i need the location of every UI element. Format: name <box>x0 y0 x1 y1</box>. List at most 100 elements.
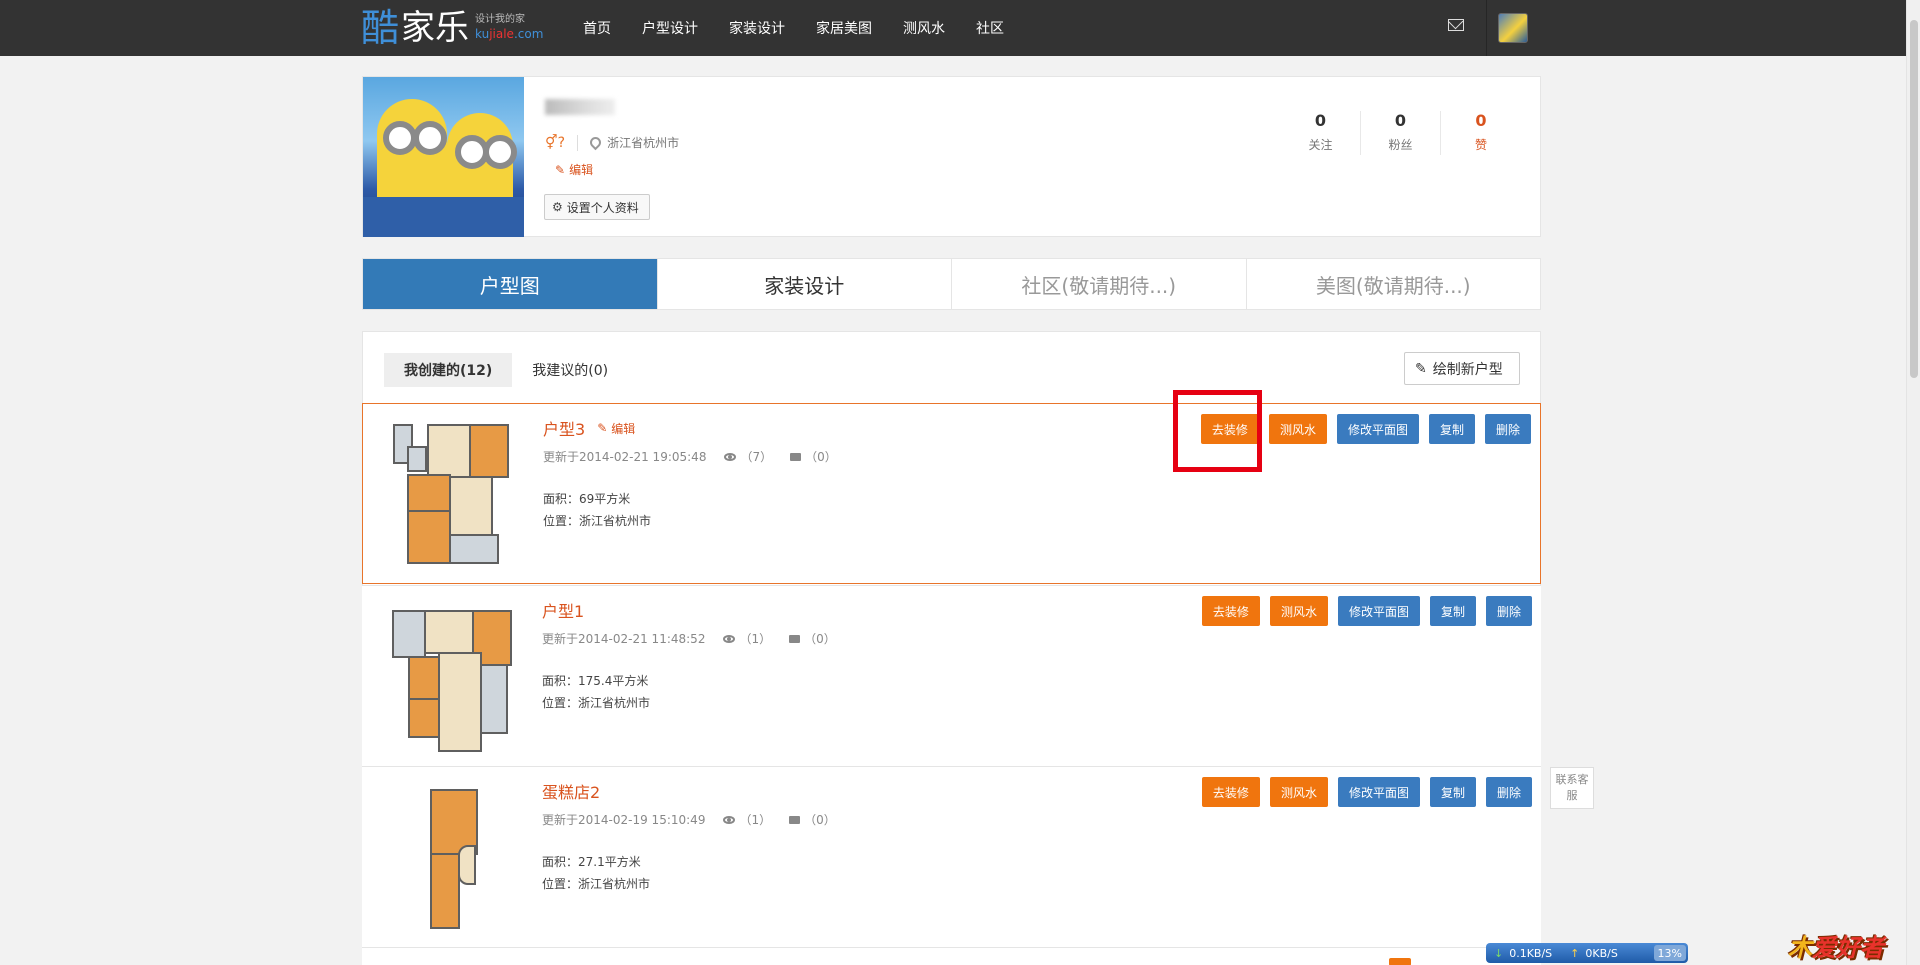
tab-community[interactable]: 社区(敬请期待...) <box>951 259 1246 309</box>
item-location: 位置：浙江省杭州市 <box>542 696 651 710</box>
page-scrollbar[interactable] <box>1906 0 1920 965</box>
list-item[interactable]: 蛋糕店2 更新于2014-02-19 15:10:49 （1） （0） 面积：2… <box>362 766 1541 947</box>
plan-room <box>408 656 440 700</box>
copy-button[interactable]: 复制 <box>1429 596 1476 626</box>
item-title[interactable]: 蛋糕店2 <box>542 779 600 803</box>
logo-url: kujiale.com <box>475 26 544 41</box>
nav-floorplan-design[interactable]: 户型设计 <box>642 18 698 38</box>
list-item-partial[interactable] <box>362 947 1541 965</box>
profile-edit-label: 编辑 <box>569 163 594 177</box>
top-nav-bar: 酷 家乐 设计我的家 kujiale.com 首页 户型设计 家装设计 家居美图… <box>0 0 1906 56</box>
item-comments: （0） <box>805 450 837 464</box>
renovate-button-partial[interactable] <box>1389 958 1411 965</box>
delete-button[interactable]: 删除 <box>1485 777 1532 807</box>
copy-button[interactable]: 复制 <box>1429 777 1476 807</box>
profile-stats: 0 关注 0 粉丝 0 赞 <box>1281 111 1521 155</box>
floorplan-thumbnail[interactable] <box>389 422 515 568</box>
goggle-shape <box>483 135 517 169</box>
logo-subtitle: 设计我的家 kujiale.com <box>475 14 543 42</box>
renovate-button[interactable]: 去装修 <box>1201 596 1260 626</box>
stat-following[interactable]: 0 关注 <box>1281 111 1361 155</box>
floorplan-thumbnail[interactable] <box>388 785 514 931</box>
corner-brand-badge: 木爱好者 <box>1788 933 1884 962</box>
nav-home[interactable]: 首页 <box>583 18 611 38</box>
floorplan-thumbnail[interactable] <box>388 604 514 752</box>
upload-arrow-icon: ↑ <box>1570 946 1580 960</box>
profile-settings-label: 设置个人资料 <box>566 200 639 215</box>
delete-button[interactable]: 删除 <box>1485 596 1532 626</box>
plan-room <box>438 652 482 752</box>
plan-room <box>392 610 426 658</box>
stat-value: 0 <box>1394 111 1407 130</box>
logo-ku-char: 酷 <box>361 6 400 50</box>
item-title-row: 户型1 <box>542 598 584 622</box>
item-edit-link[interactable]: ✎ 编辑 <box>597 420 635 437</box>
nav-decor-design[interactable]: 家装设计 <box>729 18 785 38</box>
nav-home-gallery[interactable]: 家居美图 <box>816 18 872 38</box>
plan-room <box>407 474 451 512</box>
item-title-row: 户型3 ✎ 编辑 <box>543 416 635 440</box>
meta-divider <box>577 134 579 151</box>
pencil-icon: ✎ <box>597 421 608 435</box>
fengshui-button[interactable]: 测风水 <box>1269 596 1328 626</box>
tab-floorplans[interactable]: 户型图 <box>363 259 657 309</box>
item-updated: 更新于2014-02-19 15:10:49 <box>542 813 706 827</box>
main-nav: 首页 户型设计 家装设计 家居美图 测风水 社区 <box>583 0 1035 56</box>
profile-location: 浙江省杭州市 <box>607 136 680 150</box>
tab-decor-design[interactable]: 家装设计 <box>656 259 952 309</box>
overall-shape <box>363 197 524 237</box>
list-item[interactable]: 户型1 更新于2014-02-21 11:48:52 （1） （0） 面积：17… <box>362 585 1541 766</box>
profile-settings-button[interactable]: ⚙ 设置个人资料 <box>544 194 650 220</box>
item-actions: 去装修 测风水 修改平面图 复制 删除 <box>1192 777 1532 807</box>
user-avatar[interactable] <box>1498 13 1528 43</box>
plan-room <box>469 424 509 478</box>
edit-plan-button[interactable]: 修改平面图 <box>1337 777 1420 807</box>
plan-room <box>449 534 499 564</box>
plan-room <box>430 853 460 929</box>
gear-icon: ⚙ <box>552 200 563 214</box>
mail-icon[interactable] <box>1448 19 1464 31</box>
stat-fans[interactable]: 0 粉丝 <box>1361 111 1441 155</box>
plan-room <box>407 446 427 472</box>
item-info: 更新于2014-02-21 11:48:52 （1） （0） <box>542 630 836 647</box>
tab-gallery[interactable]: 美图(敬请期待...) <box>1245 259 1541 309</box>
edit-plan-button[interactable]: 修改平面图 <box>1337 596 1420 626</box>
copy-button[interactable]: 复制 <box>1428 414 1475 444</box>
network-speed-widget: ↓ 0.1KB/S ↑ 0KB/S 13% <box>1486 943 1688 963</box>
profile-meta: ⚥? 浙江省杭州市 <box>545 134 679 151</box>
download-speed: 0.1KB/S <box>1509 946 1553 960</box>
item-location: 位置：浙江省杭州市 <box>543 514 652 528</box>
renovate-button[interactable]: 去装修 <box>1201 777 1260 807</box>
pencil-icon: ✎ <box>555 162 566 177</box>
item-title[interactable]: 户型1 <box>542 598 584 622</box>
highlight-annotation-box <box>1173 390 1262 472</box>
cpu-percent: 13% <box>1653 945 1686 961</box>
fengshui-button[interactable]: 测风水 <box>1269 777 1328 807</box>
contact-support-button[interactable]: 联系客服 <box>1550 767 1594 809</box>
subtab-suggested[interactable]: 我建议的(0) <box>512 353 628 387</box>
list-item[interactable]: 户型3 ✎ 编辑 更新于2014-02-21 19:05:48 （7） （0） … <box>362 403 1541 584</box>
nav-divider <box>1486 0 1487 56</box>
stat-label: 赞 <box>1474 138 1487 152</box>
plan-room <box>424 610 474 654</box>
nav-community[interactable]: 社区 <box>976 18 1004 38</box>
fengshui-button[interactable]: 测风水 <box>1268 414 1327 444</box>
scrollbar-thumb[interactable] <box>1910 20 1918 378</box>
plan-room <box>407 510 451 564</box>
nav-fengshui[interactable]: 测风水 <box>903 18 945 38</box>
logo-tagline: 设计我的家 <box>475 14 526 26</box>
eye-icon <box>724 452 737 461</box>
item-title[interactable]: 户型3 <box>543 416 585 440</box>
subtab-created[interactable]: 我创建的(12) <box>384 353 513 387</box>
item-title-row: 蛋糕店2 <box>542 779 600 803</box>
item-area: 面积：175.4平方米 <box>542 674 649 688</box>
delete-button[interactable]: 删除 <box>1484 414 1531 444</box>
stat-likes[interactable]: 0 赞 <box>1441 111 1521 155</box>
goggle-shape <box>383 121 417 155</box>
logo-jiale-chars: 家乐 <box>401 8 470 48</box>
item-info: 更新于2014-02-21 19:05:48 （7） （0） <box>543 448 837 465</box>
site-logo[interactable]: 酷 家乐 设计我的家 kujiale.com <box>361 6 543 50</box>
edit-plan-button[interactable]: 修改平面图 <box>1336 414 1419 444</box>
draw-new-floorplan-button[interactable]: ✎ 绘制新户型 <box>1404 352 1520 385</box>
profile-edit-link[interactable]: ✎ 编辑 <box>555 161 593 178</box>
